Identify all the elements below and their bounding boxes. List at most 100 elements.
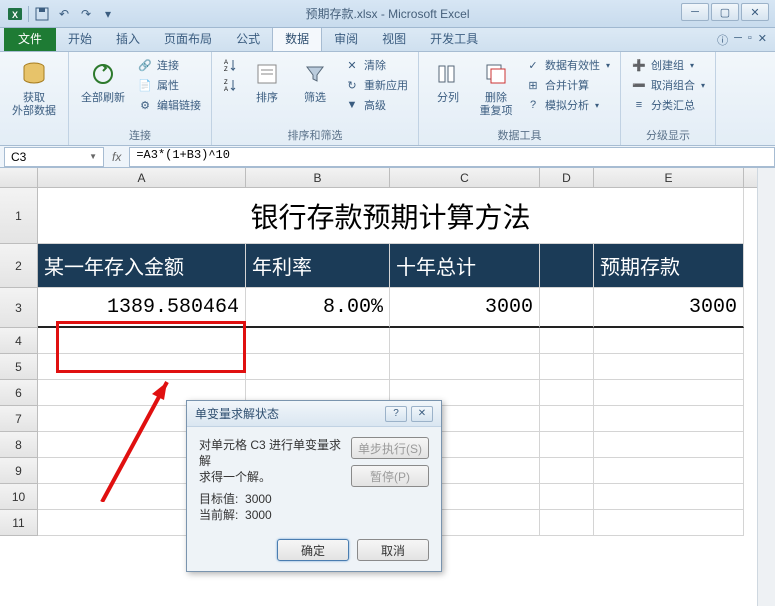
tab-review[interactable]: 审阅 [322,26,370,51]
cell-A3[interactable]: 1389.580464 [38,288,246,328]
col-header-E[interactable]: E [594,168,744,187]
tab-data[interactable]: 数据 [272,25,322,51]
ok-button[interactable]: 确定 [277,539,349,561]
row-header-8[interactable]: 8 [0,432,38,458]
column-headers: A B C D E [0,168,775,188]
dialog-help-button[interactable]: ? [385,406,407,422]
qat-more-icon[interactable]: ▾ [99,5,117,23]
edit-link-icon: ⚙ [137,97,153,113]
dialog-close-button[interactable]: ✕ [411,406,433,422]
formula-input[interactable]: =A3*(1+B3)^10 [129,147,775,167]
tab-layout[interactable]: 页面布局 [152,26,224,51]
cell-title[interactable]: 银行存款预期计算方法 [38,188,744,244]
ribbon-mini-controls: ⓘ ─ ▫ ✕ [717,32,767,48]
group-button[interactable]: ➕创建组▾ [629,56,707,74]
sort-asc-button[interactable]: AZ [220,56,240,74]
row-header-7[interactable]: 7 [0,406,38,432]
text-to-columns-button[interactable]: 分列 [427,56,469,107]
remove-duplicates-button[interactable]: 删除 重复项 [475,56,517,120]
connections-button[interactable]: 🔗连接 [135,56,203,74]
restore-icon[interactable]: ▫ [748,32,752,48]
col-header-D[interactable]: D [540,168,594,187]
min-ribbon-icon[interactable]: ─ [734,32,742,48]
tab-file[interactable]: 文件 [4,26,56,51]
sort-button[interactable]: 排序 [246,56,288,107]
filter-button[interactable]: 筛选 [294,56,336,107]
name-box[interactable]: C3 ▼ [4,147,104,167]
row-header-11[interactable]: 11 [0,510,38,536]
col-header-A[interactable]: A [38,168,246,187]
row-header-4[interactable]: 4 [0,328,38,354]
undo-icon[interactable]: ↶ [55,5,73,23]
tab-dev[interactable]: 开发工具 [418,26,490,51]
sort-desc-button[interactable]: ZA [220,76,240,94]
cell-A2[interactable]: 某一年存入金额 [38,244,246,288]
tab-insert[interactable]: 插入 [104,26,152,51]
ungroup-button[interactable]: ➖取消组合▾ [629,76,707,94]
subtotal-button[interactable]: ≡分类汇总 [629,96,707,114]
cell-D2[interactable] [540,244,594,288]
filter-icon [299,58,331,90]
get-external-data-button[interactable]: 获取 外部数据 [8,56,60,120]
advanced-filter-button[interactable]: ▼高级 [342,96,410,114]
properties-button[interactable]: 📄属性 [135,76,203,94]
sort-desc-icon: ZA [222,77,238,93]
title-bar: X ↶ ↷ ▾ 预期存款.xlsx - Microsoft Excel ─ ▢ … [0,0,775,28]
maximize-button[interactable]: ▢ [711,3,739,21]
consolidate-icon: ⊞ [525,77,541,93]
chevron-down-icon[interactable]: ▼ [89,152,97,161]
minimize-button[interactable]: ─ [681,3,709,21]
help-icon[interactable]: ⓘ [717,32,728,48]
tab-formulas[interactable]: 公式 [224,26,272,51]
cell-C3[interactable]: 3000 [390,288,540,328]
tab-home[interactable]: 开始 [56,26,104,51]
row-header-3[interactable]: 3 [0,288,38,328]
clear-filter-button[interactable]: ✕清除 [342,56,410,74]
pause-button[interactable]: 暂停(P) [351,465,429,487]
properties-icon: 📄 [137,77,153,93]
step-button[interactable]: 单步执行(S) [351,437,429,459]
fx-icon[interactable]: fx [112,150,121,164]
row-header-9[interactable]: 9 [0,458,38,484]
ribbon: 获取 外部数据 全部刷新 🔗连接 📄属性 ⚙编辑链接 连接 AZ ZA [0,52,775,146]
refresh-icon [87,58,119,90]
row-header-10[interactable]: 10 [0,484,38,510]
reapply-button[interactable]: ↻重新应用 [342,76,410,94]
dialog-titlebar[interactable]: 单变量求解状态 ? ✕ [187,401,441,427]
row-header-5[interactable]: 5 [0,354,38,380]
row-header-6[interactable]: 6 [0,380,38,406]
group-data-tools: 分列 删除 重复项 ✓数据有效性▾ ⊞合并计算 ?模拟分析▾ 数据工具 [419,52,621,145]
row-header-1[interactable]: 1 [0,188,38,244]
row-header-2[interactable]: 2 [0,244,38,288]
cell-E2[interactable]: 预期存款 [594,244,744,288]
svg-text:A: A [224,60,228,66]
svg-text:X: X [12,10,18,20]
col-header-C[interactable]: C [390,168,540,187]
edit-links-button[interactable]: ⚙编辑链接 [135,96,203,114]
group-connections: 全部刷新 🔗连接 📄属性 ⚙编辑链接 连接 [69,52,212,145]
cell-E3[interactable]: 3000 [594,288,744,328]
save-icon[interactable] [33,5,51,23]
cell-D3[interactable] [540,288,594,328]
consolidate-button[interactable]: ⊞合并计算 [523,76,612,94]
group-outline: ➕创建组▾ ➖取消组合▾ ≡分类汇总 分级显示 [621,52,716,145]
vertical-scrollbar[interactable] [757,168,775,606]
tab-view[interactable]: 视图 [370,26,418,51]
close-button[interactable]: ✕ [741,3,769,21]
select-all-corner[interactable] [0,168,38,187]
whatif-button[interactable]: ?模拟分析▾ [523,96,612,114]
redo-icon[interactable]: ↷ [77,5,95,23]
cell-C2[interactable]: 十年总计 [390,244,540,288]
col-header-B[interactable]: B [246,168,390,187]
cell-B3[interactable]: 8.00% [246,288,390,328]
sort-asc-icon: AZ [222,57,238,73]
window-controls: ─ ▢ ✕ [681,3,769,21]
cell-B2[interactable]: 年利率 [246,244,390,288]
cancel-button[interactable]: 取消 [357,539,429,561]
dialog-message: 对单元格 C3 进行单变量求解 求得一个解。 目标值: 3000 当前解: 30… [199,437,341,523]
refresh-all-button[interactable]: 全部刷新 [77,56,129,107]
close-workbook-icon[interactable]: ✕ [758,32,767,48]
columns-icon [432,58,464,90]
data-validation-button[interactable]: ✓数据有效性▾ [523,56,612,74]
clear-icon: ✕ [344,57,360,73]
